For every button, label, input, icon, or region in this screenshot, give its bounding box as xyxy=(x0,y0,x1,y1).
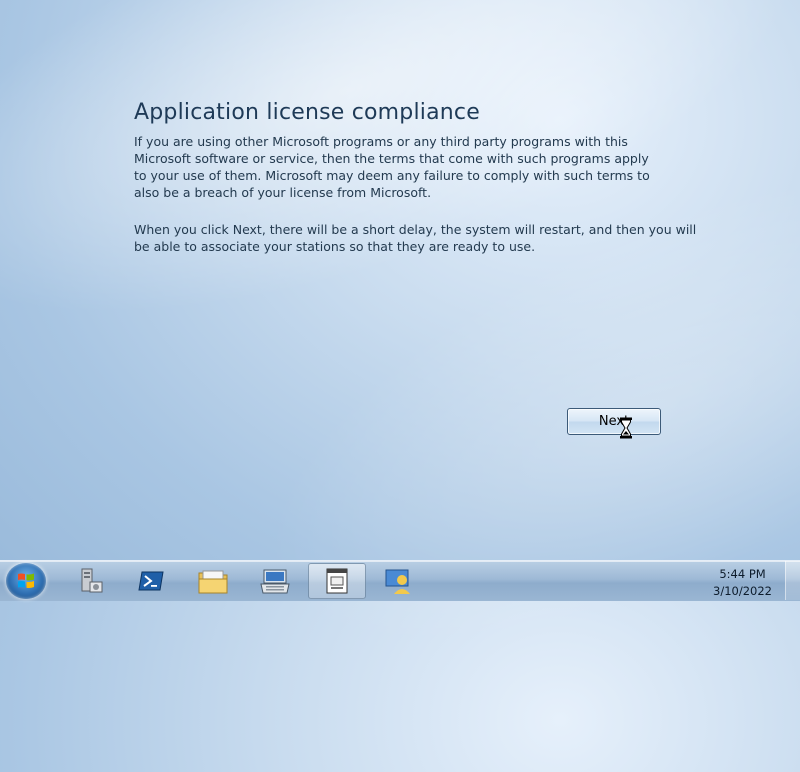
application-window-icon xyxy=(326,568,348,594)
taskbar-item-server-manager[interactable] xyxy=(62,563,120,599)
license-paragraph: If you are using other Microsoft program… xyxy=(134,134,650,200)
user-management-icon xyxy=(385,569,410,594)
windows-logo-icon xyxy=(18,573,34,588)
license-content: Application license compliance If you ar… xyxy=(134,100,714,255)
taskbar-item-app-window[interactable] xyxy=(308,563,366,599)
server-manager-icon xyxy=(81,568,103,593)
explorer-folder-icon xyxy=(198,570,228,594)
powershell-icon xyxy=(138,571,164,591)
next-instructions-paragraph: When you click Next, there will be a sho… xyxy=(134,222,697,254)
taskbar-item-keyboard[interactable] xyxy=(246,563,304,599)
clock-date: 3/10/2022 xyxy=(713,584,772,598)
clock-time: 5:44 PM xyxy=(719,567,766,581)
show-desktop-button[interactable] xyxy=(785,561,800,600)
page-title: Application license compliance xyxy=(134,100,480,125)
taskbar-item-users[interactable] xyxy=(370,563,428,599)
next-button[interactable]: Next xyxy=(567,408,661,435)
busy-hourglass-icon xyxy=(620,417,632,439)
taskbar-item-powershell[interactable] xyxy=(122,563,180,599)
start-button[interactable] xyxy=(6,563,46,599)
system-clock[interactable]: 5:44 PM 3/10/2022 xyxy=(713,566,772,600)
taskbar-item-explorer[interactable] xyxy=(184,563,242,599)
keyboard-settings-icon xyxy=(260,569,290,594)
